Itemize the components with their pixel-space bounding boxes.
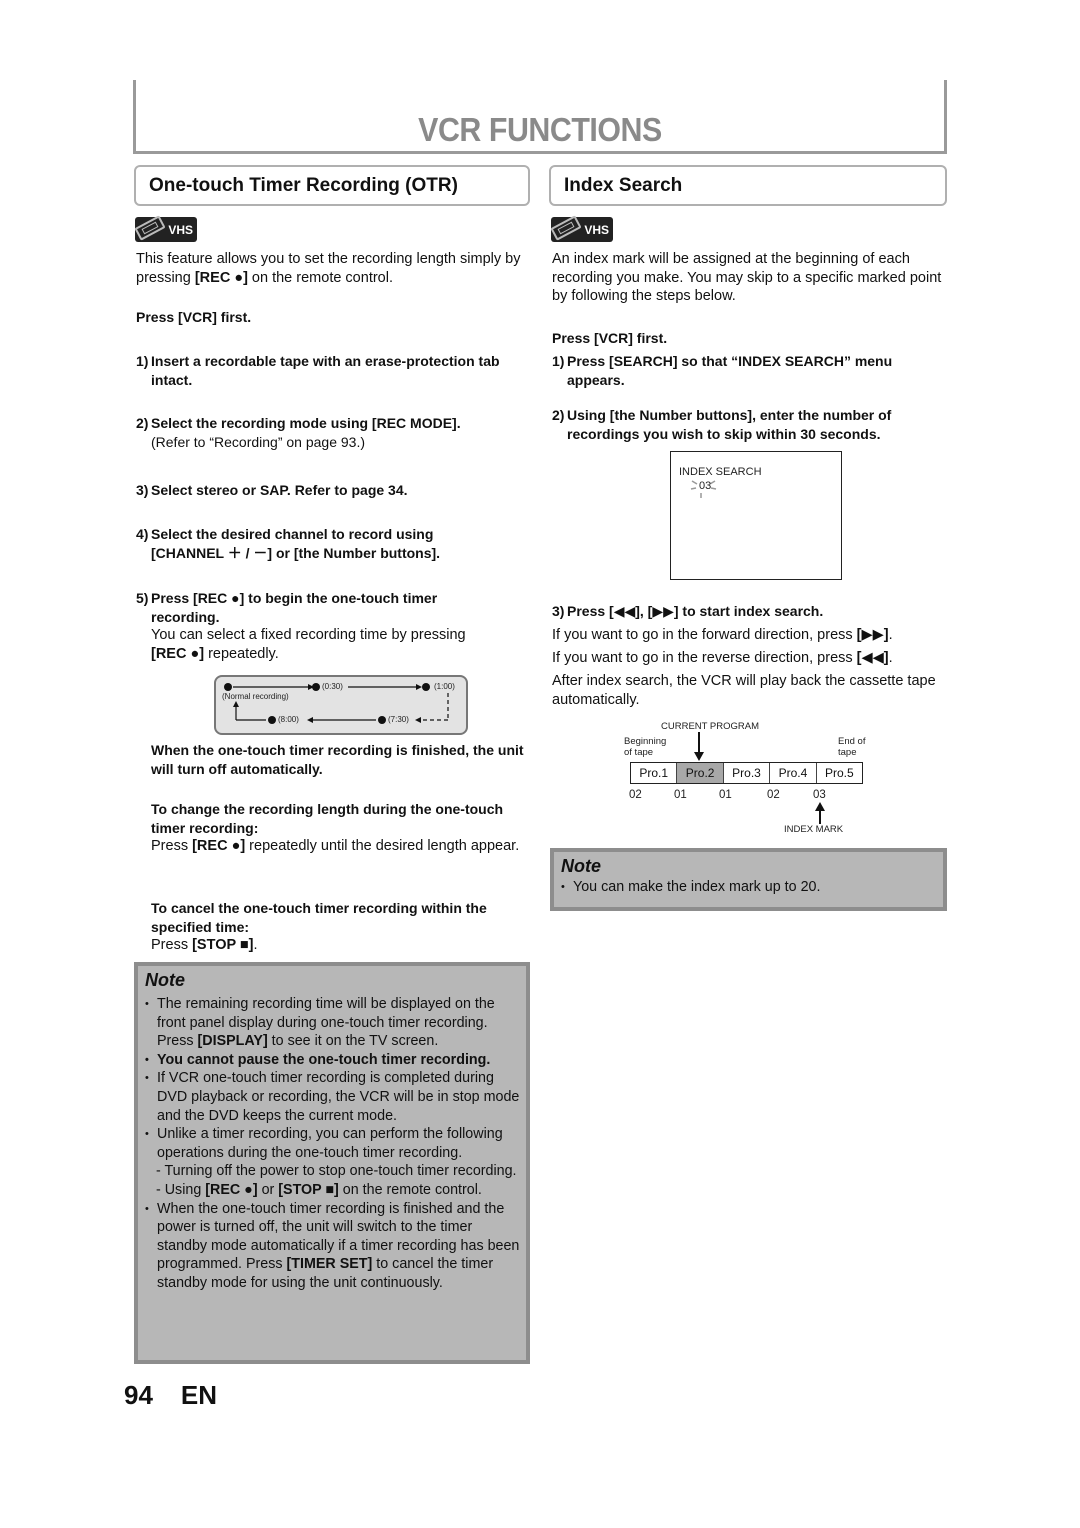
index-search-screen: INDEX SEARCH 03 xyxy=(670,451,842,580)
otr-cycle-diagram: (0:30) (1:00) (Normal recording) (8:00) … xyxy=(214,675,468,735)
vhs-cassette-icon xyxy=(550,215,582,241)
otr-note-box: Note The remaining recording time will b… xyxy=(134,962,530,1364)
vhs-badge: VHS xyxy=(134,215,197,242)
program-cell: Pro.1 xyxy=(631,763,678,783)
otr-dot-030 xyxy=(312,683,320,691)
note-item: You cannot pause the one-touch timer rec… xyxy=(144,1051,526,1070)
section-heading-otr: One-touch Timer Recording (OTR) xyxy=(134,165,530,206)
otr-dot-730 xyxy=(378,716,386,724)
current-program-arrow-icon xyxy=(694,732,704,761)
index-note-box: Note You can make the index mark up to 2… xyxy=(550,848,947,911)
index-mark-count: 01 xyxy=(674,789,687,801)
index-step-1: 1) Press [SEARCH] so that “INDEX SEARCH” … xyxy=(552,353,893,388)
otr-label-730: (7:30) xyxy=(388,715,409,724)
vhs-cassette-icon xyxy=(134,215,166,241)
otr-cycle-arrows xyxy=(233,684,449,723)
otr-label-normal: (Normal recording) xyxy=(222,692,289,701)
otr-change-length: To change the recording length during th… xyxy=(151,801,520,854)
note-subitem: - Turning off the power to stop one-touc… xyxy=(156,1163,517,1180)
otr-dot-100 xyxy=(422,683,430,691)
index-step-2: 2) Using [the Number buttons], enter the … xyxy=(552,407,892,442)
index-forward: If you want to go in the forward directi… xyxy=(552,627,893,643)
program-cell: Pro.3 xyxy=(723,763,771,783)
program-cell: Pro.5 xyxy=(816,763,863,783)
otr-dot-800 xyxy=(268,716,276,724)
otr-label-030: (0:30) xyxy=(322,682,343,691)
note-item: The remaining recording time will be dis… xyxy=(144,995,526,1051)
note-title: Note xyxy=(561,856,601,876)
beginning-of-tape-label: Beginning of tape xyxy=(624,736,667,758)
note-title: Note xyxy=(145,970,185,990)
program-cell-current: Pro.2 xyxy=(677,763,724,783)
otr-step-3: 3) Select stereo or SAP. Refer to page 34… xyxy=(136,482,408,498)
page-footer: 94 EN xyxy=(124,1380,217,1411)
page-number: 94 xyxy=(124,1380,153,1410)
current-program-label: CURRENT PROGRAM xyxy=(661,721,759,732)
note-item: If VCR one-touch timer recording is comp… xyxy=(144,1069,526,1125)
note-item: You can make the index mark up to 20. xyxy=(560,878,943,897)
index-mark-count: 03 xyxy=(813,789,826,801)
otr-cancel: To cancel the one-touch timer recording … xyxy=(151,900,487,953)
tape-program-bar: Pro.1 Pro.2 Pro.3 Pro.4 Pro.5 xyxy=(630,762,863,784)
otr-step-4: 4) Select the desired channel to record u… xyxy=(136,526,441,561)
language-code: EN xyxy=(180,1380,218,1410)
otr-finished-note: When the one-touch timer recording is fi… xyxy=(151,742,524,777)
page-header: VCR FUNCTIONS xyxy=(133,80,947,154)
index-mark-arrow-icon xyxy=(815,802,825,824)
vhs-badge: VHS xyxy=(550,215,613,242)
otr-label-100: (1:00) xyxy=(434,682,455,691)
index-step-3: 3) Press [◀◀], [▶▶] to start index search… xyxy=(552,603,824,619)
program-cell: Pro.4 xyxy=(770,763,817,783)
otr-step-1: 1) Insert a recordable tape with an erase… xyxy=(136,353,500,388)
index-mark-count: 01 xyxy=(719,789,732,801)
index-mark-count: 02 xyxy=(629,789,642,801)
otr-label-800: (8:00) xyxy=(278,715,299,724)
otr-dot-normal xyxy=(224,683,232,691)
otr-intro: This feature allows you to set the recor… xyxy=(136,251,521,286)
index-after: After index search, the VCR will play ba… xyxy=(552,673,936,708)
otr-step-2: 2) Select the recording mode using [REC M… xyxy=(136,415,461,450)
index-mark-label: INDEX MARK xyxy=(784,824,844,835)
note-item: Unlike a timer recording, you can perfor… xyxy=(144,1125,526,1162)
otr-step-5: 5) Press [REC ●] to begin the one-touch t… xyxy=(136,590,466,662)
index-press-vcr-first: Press [VCR] first. xyxy=(552,330,668,346)
note-item: When the one-touch timer recording is fi… xyxy=(144,1200,526,1293)
index-reverse: If you want to go in the reverse directi… xyxy=(552,650,893,666)
page-title: VCR FUNCTIONS xyxy=(418,111,662,148)
screen-value: 03 xyxy=(699,480,712,492)
section-heading-index-search: Index Search xyxy=(549,165,947,206)
note-subitem: - Using [REC ●] or [STOP ■] on the remot… xyxy=(156,1181,482,1198)
index-intro: An index mark will be assigned at the be… xyxy=(552,251,942,304)
index-mark-count: 02 xyxy=(767,789,780,801)
otr-press-vcr-first: Press [VCR] first. xyxy=(136,309,252,325)
end-of-tape-label: End of tape xyxy=(838,736,866,758)
